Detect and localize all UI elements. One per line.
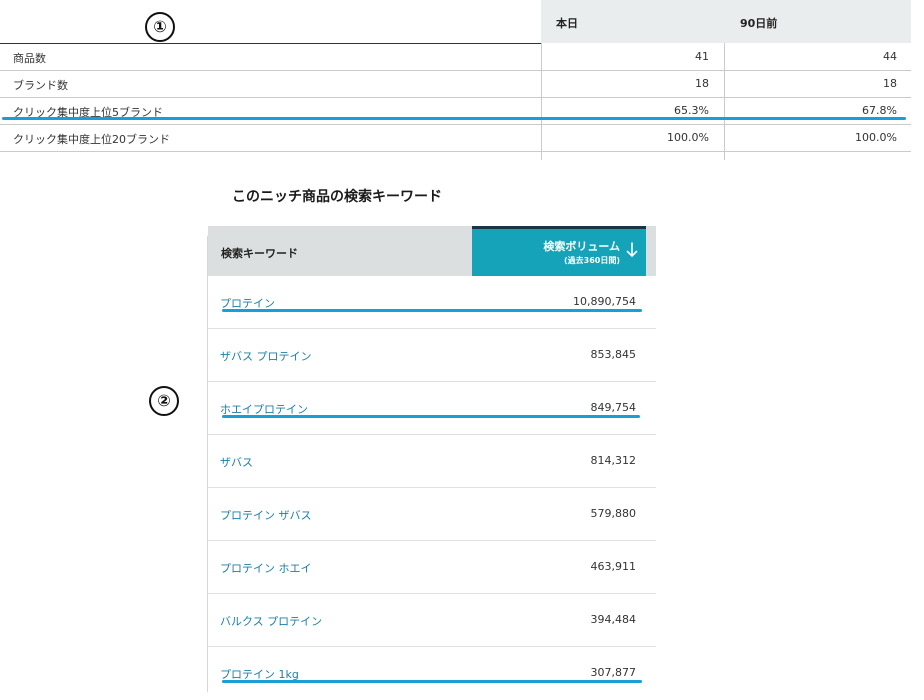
- table-row: 商品数 41 44: [0, 44, 911, 71]
- keyword-volume: 579,880: [590, 507, 637, 520]
- header-volume-sort[interactable]: 検索ボリューム (過去360日間): [472, 226, 646, 276]
- table-header-background: [541, 0, 911, 43]
- keyword-volume: 10,890,754: [573, 295, 636, 308]
- marker-one: ①: [145, 12, 175, 42]
- keyword-row: ザバス プロテイン 853,845: [208, 329, 656, 382]
- table-row-partial: [0, 152, 911, 160]
- header-volume-label: 検索ボリューム: [543, 240, 620, 253]
- keyword-row: バルクス プロテイン 394,484: [208, 594, 656, 647]
- highlight-underline: [2, 117, 906, 120]
- marker-two: ②: [149, 386, 179, 416]
- highlight-underline: [222, 415, 640, 418]
- keyword-table-header: 検索キーワード 検索ボリューム (過去360日間): [208, 226, 656, 276]
- keyword-volume: 394,484: [590, 613, 637, 626]
- keyword-volume: 463,911: [590, 560, 637, 573]
- row-90-days-value: 100.0%: [855, 131, 897, 144]
- row-today-value: 65.3%: [674, 104, 709, 117]
- keyword-volume: 307,877: [590, 666, 637, 679]
- keyword-volume: 814,312: [590, 454, 637, 467]
- header-keyword[interactable]: 検索キーワード: [221, 245, 298, 261]
- keyword-row: プロテイン ザバス 579,880: [208, 488, 656, 541]
- row-label: クリック集中度上位20ブランド: [13, 133, 170, 146]
- table-row: クリック集中度上位20ブランド 100.0% 100.0%: [0, 125, 911, 152]
- row-today-value: 100.0%: [667, 131, 709, 144]
- row-90-days-value: 67.8%: [862, 104, 897, 117]
- keyword-row: プロテイン 10,890,754: [208, 276, 656, 329]
- column-divider: [541, 43, 542, 160]
- row-90-days-value: 44: [883, 50, 897, 63]
- keyword-volume: 853,845: [590, 348, 637, 361]
- header-today: 本日: [556, 17, 578, 30]
- column-divider: [724, 43, 725, 160]
- header-90-days-ago: 90日前: [740, 17, 778, 30]
- row-label: ブランド数: [13, 79, 68, 92]
- keyword-row: プロテイン 1kg 307,877: [208, 647, 656, 699]
- highlight-underline: [222, 680, 642, 683]
- keyword-row: ザバス 814,312: [208, 435, 656, 488]
- row-today-value: 41: [695, 50, 709, 63]
- keyword-table: 検索キーワード 検索ボリューム (過去360日間) プロテイン 10,890,7…: [208, 226, 656, 699]
- row-label: 商品数: [13, 52, 46, 65]
- keyword-volume: 849,754: [590, 401, 637, 414]
- keyword-row: ホエイプロテイン 849,754: [208, 382, 656, 435]
- summary-table: 本日 90日前 商品数 41 44 ブランド数 18 18 クリック集中度上位5…: [0, 0, 924, 160]
- keyword-row: プロテイン ホエイ 463,911: [208, 541, 656, 594]
- highlight-underline: [222, 309, 642, 312]
- keyword-section-title: このニッチ商品の検索キーワード: [232, 189, 442, 205]
- keyword-link[interactable]: バルクス プロテイン: [220, 613, 322, 629]
- keyword-link[interactable]: プロテイン ザバス: [220, 507, 312, 523]
- table-row: クリック集中度上位5ブランド 65.3% 67.8%: [0, 98, 911, 125]
- row-today-value: 18: [695, 77, 709, 90]
- arrow-down-icon[interactable]: [625, 241, 639, 259]
- row-90-days-value: 18: [883, 77, 897, 90]
- keyword-link[interactable]: ザバス プロテイン: [220, 348, 312, 364]
- header-volume-sublabel: (過去360日間): [563, 256, 620, 265]
- table-row: ブランド数 18 18: [0, 71, 911, 98]
- keyword-link[interactable]: ザバス: [220, 454, 253, 470]
- keyword-link[interactable]: プロテイン ホエイ: [220, 560, 312, 576]
